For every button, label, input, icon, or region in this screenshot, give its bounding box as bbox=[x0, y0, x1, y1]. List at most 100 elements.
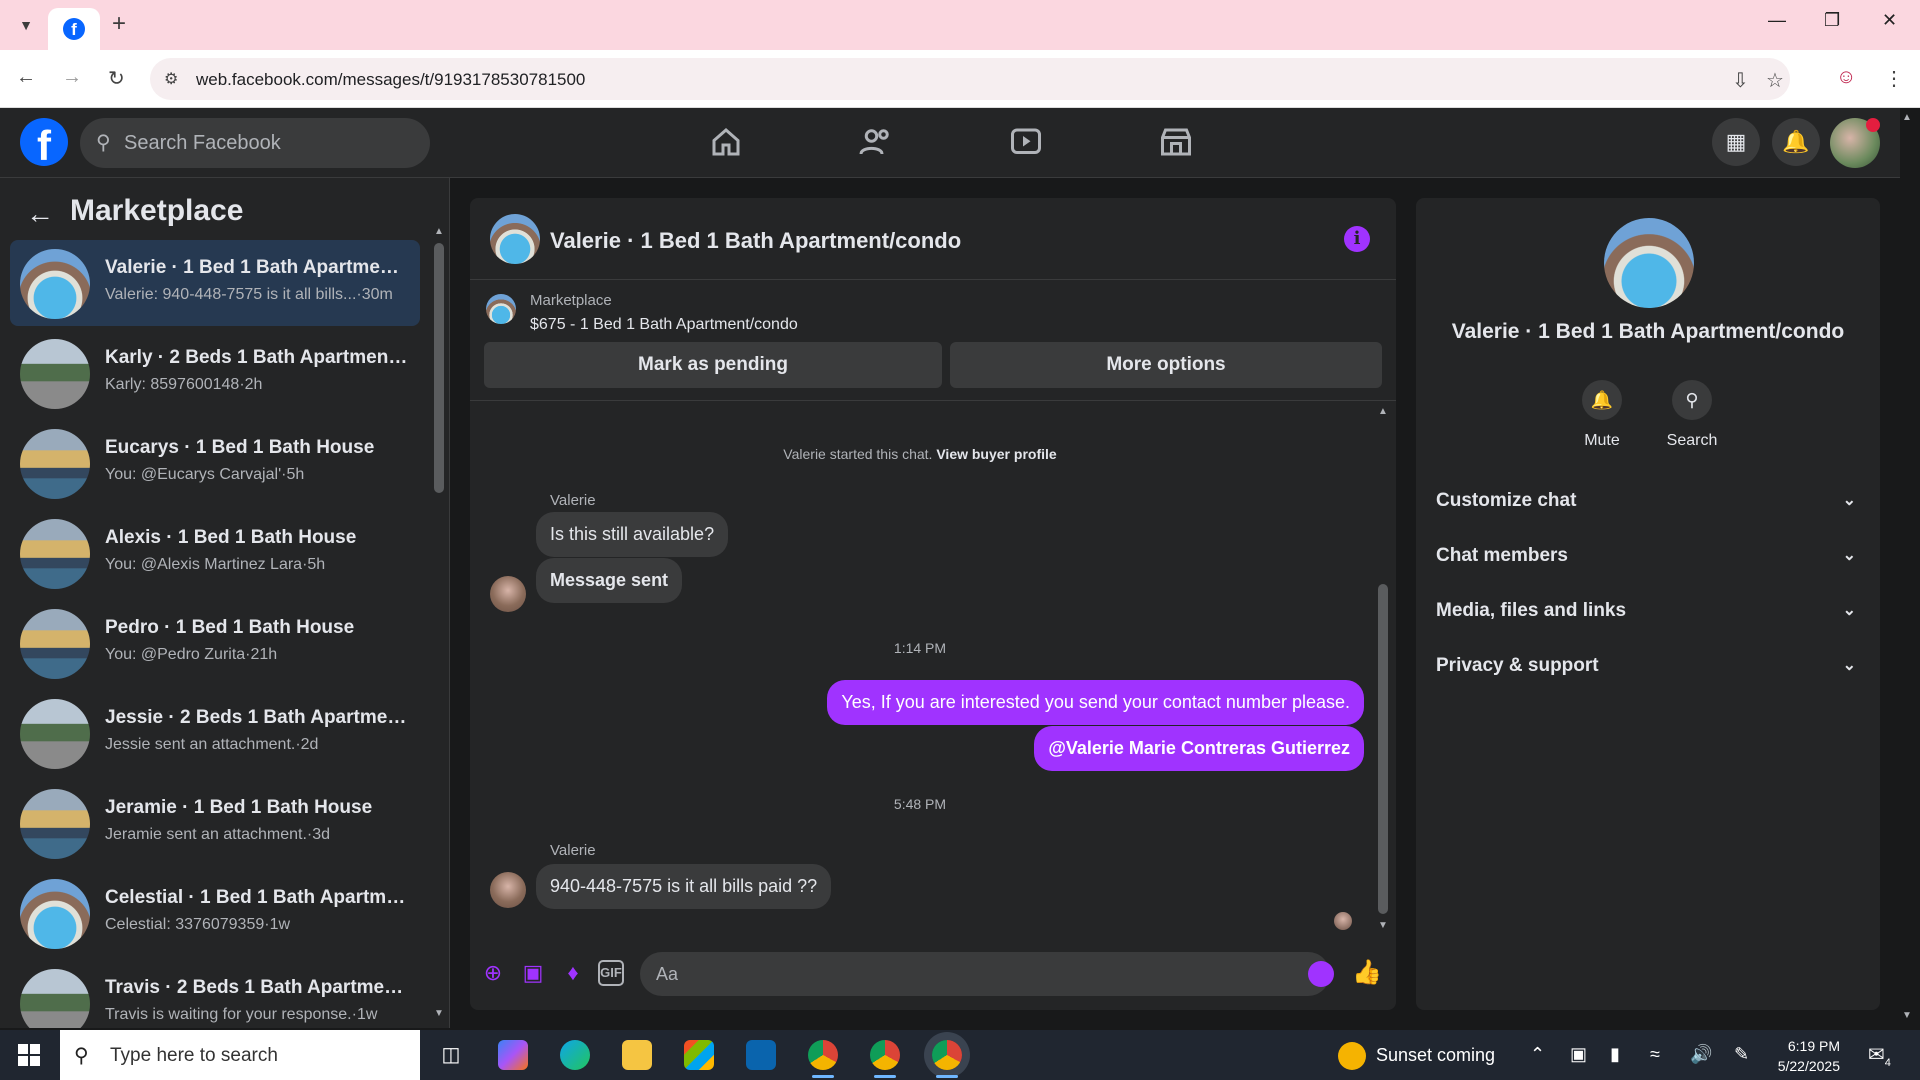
sender-avatar[interactable] bbox=[490, 872, 526, 908]
new-tab-button[interactable]: + bbox=[112, 12, 126, 36]
scroll-down-arrow-icon[interactable]: ▼ bbox=[434, 1008, 444, 1019]
add-plus-icon[interactable]: ⊕ bbox=[480, 960, 506, 986]
system-clock[interactable]: 6:19 PM 5/22/2025 bbox=[1760, 1036, 1840, 1076]
conversation-item[interactable]: Travis · 2 Beds 1 Bath Apartment... Trav… bbox=[10, 960, 420, 1028]
site-info-icon[interactable]: ⚙ bbox=[164, 69, 178, 89]
friends-icon[interactable] bbox=[858, 124, 894, 160]
info-icon[interactable]: i bbox=[1344, 226, 1370, 252]
back-arrow-icon[interactable]: ← bbox=[26, 198, 54, 230]
outgoing-message[interactable]: Yes, If you are interested you send your… bbox=[827, 680, 1364, 725]
sender-avatar[interactable] bbox=[490, 576, 526, 612]
search-label[interactable]: Search bbox=[1652, 432, 1732, 450]
incoming-message[interactable]: Message sent bbox=[536, 558, 683, 603]
marketplace-icon[interactable] bbox=[1158, 124, 1194, 160]
microsoft-store-icon[interactable] bbox=[684, 1040, 714, 1070]
incoming-message[interactable]: Is this still available? bbox=[536, 512, 729, 557]
battery-icon[interactable]: ▮ bbox=[1610, 1044, 1620, 1065]
conversation-list-scrollbar[interactable] bbox=[434, 243, 444, 493]
edge-browser-icon[interactable] bbox=[560, 1040, 590, 1070]
thumbs-up-icon[interactable]: 👍 bbox=[1352, 960, 1382, 986]
close-window-icon[interactable]: ✕ bbox=[1882, 10, 1897, 31]
attach-photo-icon[interactable]: ▣ bbox=[520, 960, 546, 986]
incoming-message[interactable]: 940-448-7575 is it all bills paid ?? bbox=[536, 864, 832, 909]
emoji-icon[interactable] bbox=[1308, 961, 1334, 987]
conversation-item[interactable]: Celestial · 1 Bed 1 Bath Apartme... Cele… bbox=[10, 870, 420, 956]
url-text[interactable]: web.facebook.com/messages/t/919317853078… bbox=[196, 70, 585, 90]
conversation-item[interactable]: Jessie · 2 Beds 1 Bath Apartment... Jess… bbox=[10, 690, 420, 776]
restore-icon[interactable]: ❐ bbox=[1824, 10, 1840, 31]
notifications-bell-icon[interactable]: 🔔 bbox=[1772, 118, 1820, 166]
mark-as-pending-button[interactable]: Mark as pending bbox=[484, 342, 942, 388]
profile-icon[interactable]: ☺ bbox=[1836, 66, 1856, 89]
chat-members-section[interactable]: Chat members ⌄ bbox=[1436, 545, 1866, 585]
back-icon[interactable]: ← bbox=[16, 66, 36, 89]
meet-now-icon[interactable]: ▣ bbox=[1570, 1044, 1587, 1065]
volume-icon[interactable]: 🔊 bbox=[1690, 1044, 1712, 1065]
scroll-up-arrow-icon[interactable]: ▲ bbox=[1378, 406, 1388, 417]
chrome-active-icon[interactable] bbox=[932, 1040, 962, 1078]
section-label: Customize chat bbox=[1436, 490, 1577, 511]
facebook-logo-icon[interactable]: f bbox=[20, 118, 68, 166]
weather-text[interactable]: Sunset coming bbox=[1376, 1045, 1495, 1066]
chat-avatar[interactable] bbox=[490, 214, 540, 264]
search-icon[interactable]: ⚲ bbox=[1672, 380, 1712, 420]
conversation-item[interactable]: Valerie · 1 Bed 1 Bath Apartment... Vale… bbox=[10, 240, 420, 326]
scroll-up-arrow-icon[interactable]: ▲ bbox=[434, 226, 444, 237]
privacy-support-section[interactable]: Privacy & support ⌄ bbox=[1436, 655, 1866, 695]
conversation-avatar[interactable] bbox=[1604, 218, 1694, 308]
chrome-profile-icon[interactable] bbox=[870, 1040, 900, 1078]
wifi-icon[interactable]: ≈ bbox=[1650, 1044, 1660, 1065]
mute-label[interactable]: Mute bbox=[1562, 432, 1642, 450]
seen-indicator-avatar bbox=[1334, 912, 1352, 930]
search-icon: ⚲ bbox=[96, 132, 111, 154]
pen-icon[interactable]: ✎ bbox=[1734, 1044, 1749, 1065]
conversation-item[interactable]: Karly · 2 Beds 1 Bath Apartment/... Karl… bbox=[10, 330, 420, 416]
message-input[interactable]: Aa bbox=[640, 952, 1330, 996]
video-icon[interactable] bbox=[1008, 124, 1044, 160]
reload-icon[interactable]: ↻ bbox=[108, 66, 125, 91]
install-app-icon[interactable]: ⇩ bbox=[1732, 68, 1749, 93]
file-explorer-icon[interactable] bbox=[622, 1040, 652, 1070]
outlook-icon[interactable] bbox=[746, 1040, 776, 1070]
conversation-item[interactable]: Alexis · 1 Bed 1 Bath House You: @Alexis… bbox=[10, 510, 420, 596]
page-scroll-up-icon[interactable]: ▲ bbox=[1902, 112, 1912, 123]
taskbar-search-input[interactable]: ⚲ Type here to search bbox=[60, 1030, 420, 1080]
bookmark-star-icon[interactable]: ☆ bbox=[1766, 68, 1784, 93]
page-scroll-down-icon[interactable]: ▼ bbox=[1902, 1010, 1912, 1021]
minimize-icon[interactable]: — bbox=[1768, 10, 1786, 31]
more-options-button[interactable]: More options bbox=[950, 342, 1382, 388]
conversation-item[interactable]: Pedro · 1 Bed 1 Bath House You: @Pedro Z… bbox=[10, 600, 420, 686]
weather-sun-icon[interactable] bbox=[1338, 1042, 1366, 1070]
address-bar[interactable]: ⚙ web.facebook.com/messages/t/9193178530… bbox=[150, 58, 1790, 100]
conversation-item[interactable]: Eucarys · 1 Bed 1 Bath House You: @Eucar… bbox=[10, 420, 420, 506]
outgoing-mention-message[interactable]: @Valerie Marie Contreras Gutierrez bbox=[1034, 726, 1364, 771]
gif-icon[interactable]: GIF bbox=[598, 960, 624, 986]
task-view-icon[interactable]: ◫ bbox=[436, 1040, 466, 1070]
copilot-icon[interactable] bbox=[498, 1040, 528, 1070]
mute-bell-icon[interactable]: 🔔 bbox=[1582, 380, 1622, 420]
listing-thumbnail bbox=[486, 294, 516, 324]
media-files-links-section[interactable]: Media, files and links ⌄ bbox=[1436, 600, 1866, 640]
home-icon[interactable] bbox=[708, 124, 744, 160]
chevron-down-icon: ⌄ bbox=[1842, 492, 1856, 509]
menu-grid-icon[interactable]: ▦ bbox=[1712, 118, 1760, 166]
browser-tab-facebook[interactable]: f bbox=[48, 8, 100, 50]
scroll-down-arrow-icon[interactable]: ▼ bbox=[1378, 920, 1388, 931]
chat-scrollbar[interactable] bbox=[1378, 584, 1388, 914]
show-hidden-icons-chevron-icon[interactable]: ⌃ bbox=[1530, 1044, 1545, 1065]
view-buyer-profile-link[interactable]: View buyer profile bbox=[936, 446, 1056, 462]
chrome-profile-icon[interactable] bbox=[808, 1040, 838, 1078]
browser-menu-icon[interactable]: ⋮ bbox=[1884, 66, 1904, 91]
forward-icon[interactable]: → bbox=[62, 66, 82, 89]
conversation-name: Jeramie · 1 Bed 1 Bath House bbox=[105, 797, 373, 818]
notification-center-icon[interactable]: ✉4 bbox=[1868, 1042, 1891, 1069]
conversation-item[interactable]: Jeramie · 1 Bed 1 Bath House Jeramie sen… bbox=[10, 780, 420, 866]
chat-title[interactable]: Valerie · 1 Bed 1 Bath Apartment/condo bbox=[550, 228, 961, 254]
listing-label: Marketplace bbox=[530, 292, 612, 309]
facebook-search-input[interactable]: ⚲ Search Facebook bbox=[80, 118, 430, 168]
sticker-icon[interactable]: ♦ bbox=[560, 960, 586, 986]
section-label: Privacy & support bbox=[1436, 655, 1599, 676]
windows-start-icon[interactable] bbox=[18, 1044, 40, 1066]
customize-chat-section[interactable]: Customize chat ⌄ bbox=[1436, 490, 1866, 530]
tab-search-chevron-icon[interactable]: ▼ bbox=[14, 13, 38, 37]
